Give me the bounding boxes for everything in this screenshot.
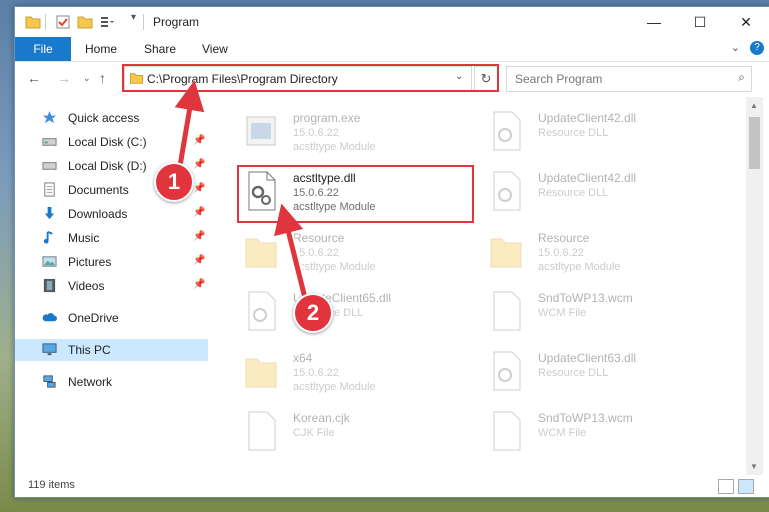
callout-badge-2: 2 bbox=[293, 293, 333, 333]
callout-arrows bbox=[173, 80, 310, 300]
callout-badge-1: 1 bbox=[154, 162, 194, 202]
arrow-2 bbox=[274, 203, 308, 299]
